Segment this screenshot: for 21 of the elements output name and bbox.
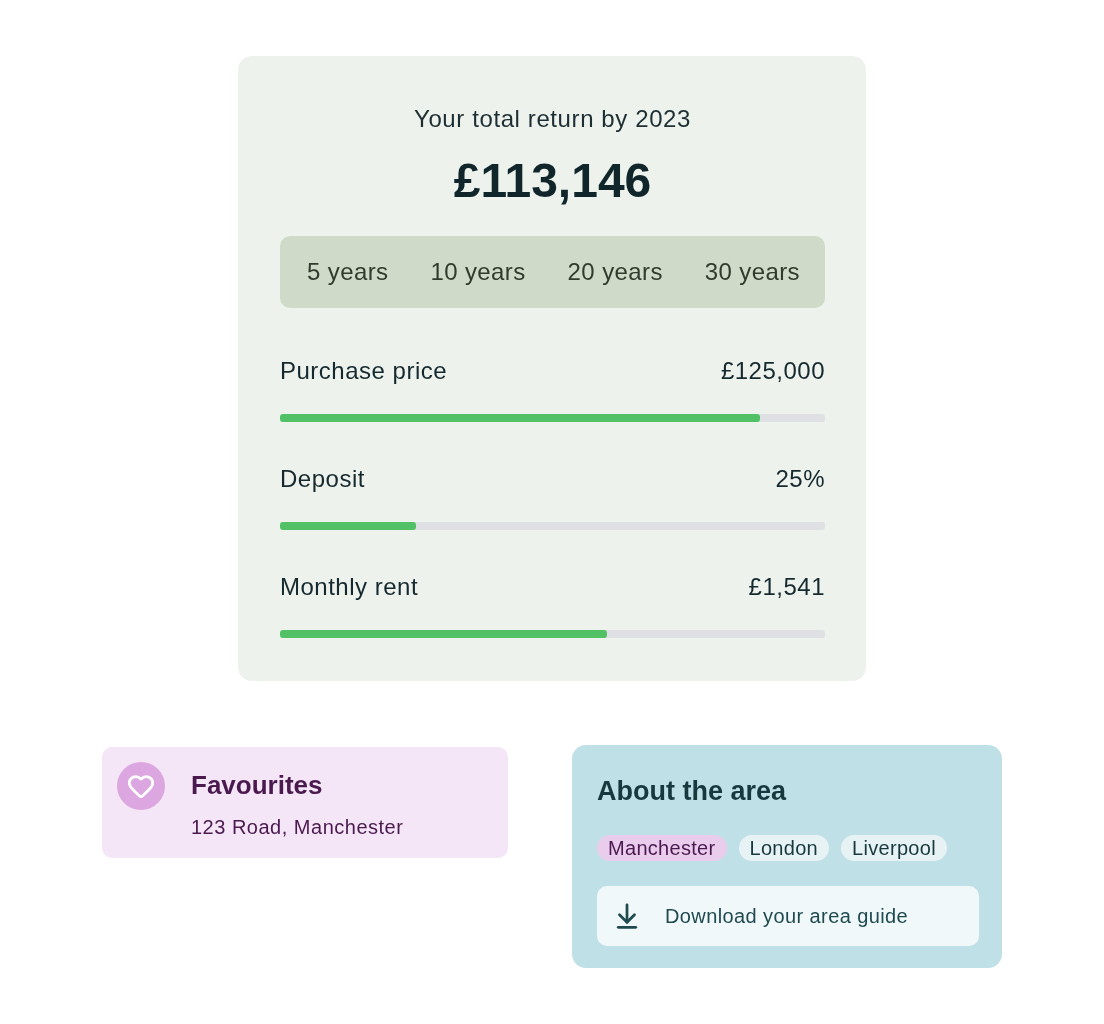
city-chip[interactable]: Liverpool [841,835,947,861]
slider-label: Purchase price [280,356,448,386]
period-tab[interactable]: 20 years [567,257,663,287]
total-amount: £113,146 [452,153,653,209]
period-tab[interactable]: 10 years [430,257,526,287]
period-tab[interactable]: 5 years [307,257,389,287]
city-chip[interactable]: Manchester [597,835,727,861]
slider-track[interactable] [280,522,825,530]
slider-label: Monthly rent [280,572,419,602]
area-title: About the area [597,775,788,807]
download-button[interactable]: Download your area guide [597,886,979,946]
favourite-address: 123 Road, Manchester [191,815,404,839]
slider-value: £125,000 [720,356,825,386]
slider-value: 25% [775,464,825,494]
period-tab[interactable]: 30 years [704,257,800,287]
slider-track[interactable] [280,630,825,638]
slider-value: £1,541 [748,572,825,602]
favourites-title: Favourites [191,769,324,801]
slider-label: Deposit [280,464,365,494]
city-chip[interactable]: London [738,835,830,861]
summary-title: Your total return by 2023 [413,104,692,134]
